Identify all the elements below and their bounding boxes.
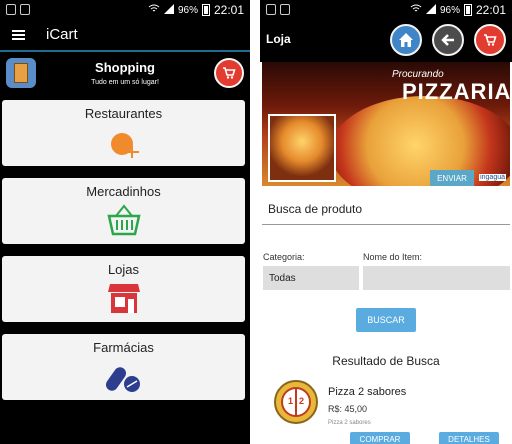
shopping-header: Shopping Tudo em um só lugar!	[0, 52, 250, 98]
battery-percent: 96%	[177, 4, 198, 16]
store-icon	[108, 284, 140, 313]
item-name-label: Nome do Item:	[363, 252, 423, 262]
pizza-image	[330, 96, 510, 186]
status-bar: 96% 22:01	[260, 0, 512, 20]
category-select[interactable]: Todas	[263, 266, 359, 290]
home-icon	[399, 33, 413, 47]
details-button[interactable]: DETALHES	[439, 432, 499, 444]
category-card-farmacias[interactable]: Farmácias	[2, 334, 245, 400]
category-card-mercadinhos[interactable]: Mercadinhos	[2, 178, 245, 244]
battery-percent: 96%	[439, 4, 460, 16]
category-label: Categoria:	[263, 252, 305, 262]
icon-number: 1	[288, 396, 294, 406]
app-bar: iCart	[0, 20, 250, 52]
cart-icon	[223, 67, 236, 79]
clock: 22:01	[475, 3, 506, 17]
item-name-input[interactable]	[363, 266, 510, 290]
banner-send-button[interactable]: ENVIAR	[430, 170, 474, 186]
menu-icon[interactable]	[12, 30, 25, 40]
gallery-icon	[266, 4, 276, 15]
cart-button[interactable]	[474, 24, 506, 56]
pizza-ad-banner[interactable]: Procurando PIZZARIAS? ENVIAR ingaguá	[262, 62, 510, 186]
restaurant-icon	[111, 133, 139, 158]
signal-icon	[163, 3, 174, 17]
wifi-icon	[148, 4, 160, 17]
battery-icon	[463, 4, 472, 16]
back-button[interactable]	[432, 24, 464, 56]
cart-button[interactable]	[214, 58, 244, 88]
result-item-price: R$: 45,00	[328, 404, 368, 414]
shopping-title: Shopping	[95, 60, 155, 75]
results-title: Resultado de Busca	[332, 354, 440, 368]
left-phone-screen: 96% 22:01 iCart Shopping Tudo em um só l…	[0, 0, 250, 444]
arrow-left-icon	[441, 34, 454, 46]
page-title: Loja	[266, 32, 291, 46]
notification-icon	[280, 4, 290, 15]
app-bar: Loja	[260, 20, 512, 62]
notification-icon	[20, 4, 30, 15]
shopping-subtitle: Tudo em um só lugar!	[91, 79, 159, 86]
category-card-restaurantes[interactable]: Restaurantes	[2, 100, 245, 166]
pizza-2-sabores-icon: 1 2	[274, 380, 318, 424]
search-section-title: Busca de produto	[268, 202, 363, 216]
banner-brand: ingaguá	[479, 174, 506, 181]
signal-icon	[425, 3, 436, 17]
icon-number: 2	[299, 396, 305, 406]
oven-pizza-image	[268, 114, 336, 182]
result-item-subtitle: Pizza 2 sabores	[328, 420, 371, 426]
app-title: iCart	[46, 26, 78, 43]
wifi-icon	[410, 4, 422, 17]
result-item-name: Pizza 2 sabores	[328, 386, 407, 398]
divider	[262, 224, 510, 225]
status-bar: 96% 22:01	[0, 0, 250, 20]
search-button[interactable]: BUSCAR	[356, 308, 416, 332]
basket-icon	[107, 204, 141, 236]
buy-button[interactable]: COMPRAR	[350, 432, 410, 444]
right-phone-screen: 96% 22:01 Loja Procurando PIZZARIAS?	[260, 0, 512, 444]
battery-icon	[201, 4, 210, 16]
category-label: Restaurantes	[84, 106, 163, 121]
banner-headline: PIZZARIAS?	[402, 79, 510, 104]
gallery-icon	[6, 4, 16, 15]
category-card-lojas[interactable]: Lojas	[2, 256, 245, 322]
pills-icon	[106, 367, 140, 392]
category-label: Lojas	[107, 262, 140, 277]
cart-icon	[484, 34, 497, 46]
category-label: Mercadinhos	[86, 184, 161, 199]
category-label: Farmácias	[93, 340, 154, 355]
clock: 22:01	[213, 3, 244, 17]
home-button[interactable]	[390, 24, 422, 56]
